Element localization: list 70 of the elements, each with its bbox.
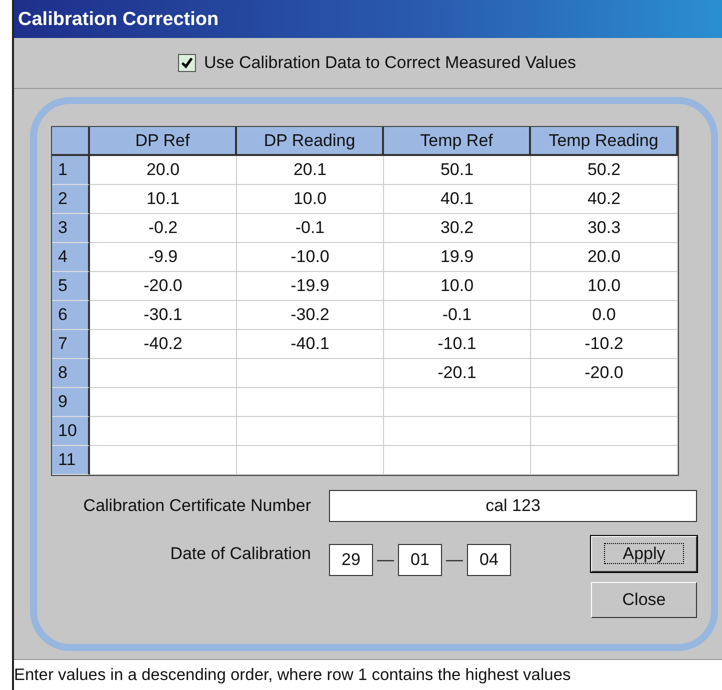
- column-header[interactable]: Temp Ref: [384, 127, 531, 156]
- corner-cell[interactable]: [52, 127, 90, 156]
- table-cell[interactable]: -20.1: [384, 359, 531, 388]
- day-field[interactable]: 29: [329, 544, 373, 576]
- table-cell[interactable]: -30.1: [90, 301, 237, 330]
- table-cell[interactable]: 40.1: [384, 185, 531, 214]
- row-header[interactable]: 7: [52, 330, 90, 359]
- table-cell[interactable]: 20.0: [531, 243, 678, 272]
- table-cell[interactable]: -0.1: [237, 214, 384, 243]
- table-cell[interactable]: -19.9: [237, 272, 384, 301]
- empty-cell[interactable]: [384, 417, 531, 446]
- empty-cell[interactable]: [531, 446, 678, 475]
- row-header[interactable]: 1: [52, 156, 90, 185]
- table-cell[interactable]: -10.2: [531, 330, 678, 359]
- table-cell[interactable]: 10.0: [237, 185, 384, 214]
- use-calibration-checkbox[interactable]: Use Calibration Data to Correct Measured Values: [160, 53, 576, 73]
- row-header[interactable]: 4: [52, 243, 90, 272]
- certificate-label: Calibration Certificate Number: [82, 496, 311, 516]
- row-header[interactable]: 5: [52, 272, 90, 301]
- row-header[interactable]: 2: [52, 185, 90, 214]
- row-header[interactable]: 10: [52, 417, 90, 446]
- table-cell[interactable]: 50.2: [531, 156, 678, 185]
- table-cell[interactable]: -40.2: [90, 330, 237, 359]
- column-header[interactable]: DP Ref: [90, 127, 237, 156]
- date-separator: —: [446, 550, 463, 570]
- empty-cell[interactable]: [237, 388, 384, 417]
- date-label: Date of Calibration: [169, 544, 311, 564]
- row-header[interactable]: 9: [52, 388, 90, 417]
- month-field[interactable]: 01: [398, 544, 442, 576]
- year-field[interactable]: 04: [467, 544, 511, 576]
- row-header[interactable]: 11: [52, 446, 90, 475]
- empty-cell[interactable]: [384, 446, 531, 475]
- close-button[interactable]: Close: [591, 582, 697, 618]
- column-header[interactable]: Temp Reading: [531, 127, 678, 156]
- status-bar: Enter values in a descending order, where row 1 contains the highest values: [14, 659, 722, 690]
- table-cell[interactable]: -40.1: [237, 330, 384, 359]
- apply-button[interactable]: Apply: [591, 536, 697, 572]
- table-cell[interactable]: 20.0: [90, 156, 237, 185]
- table-cell[interactable]: 10.0: [531, 272, 678, 301]
- empty-cell[interactable]: [384, 388, 531, 417]
- table-cell[interactable]: -10.1: [384, 330, 531, 359]
- date-separator: —: [377, 550, 394, 570]
- table-cell[interactable]: 10.0: [384, 272, 531, 301]
- table-cell[interactable]: 40.2: [531, 185, 678, 214]
- table-cell[interactable]: 30.3: [531, 214, 678, 243]
- table-cell[interactable]: 50.1: [384, 156, 531, 185]
- table-cell[interactable]: -0.1: [384, 301, 531, 330]
- window-title: Calibration Correction: [14, 0, 722, 38]
- table-cell[interactable]: 20.1: [237, 156, 384, 185]
- table-cell[interactable]: 0.0: [531, 301, 678, 330]
- row-header[interactable]: 8: [52, 359, 90, 388]
- empty-cell[interactable]: [531, 417, 678, 446]
- table-cell[interactable]: 30.2: [384, 214, 531, 243]
- row-header[interactable]: 6: [52, 301, 90, 330]
- table-cell[interactable]: -10.0: [237, 243, 384, 272]
- table-cell[interactable]: -30.2: [237, 301, 384, 330]
- table-cell[interactable]: -0.2: [90, 214, 237, 243]
- empty-cell[interactable]: [237, 446, 384, 475]
- table-cell[interactable]: -20.0: [90, 272, 237, 301]
- empty-cell[interactable]: [237, 417, 384, 446]
- empty-cell[interactable]: [531, 388, 678, 417]
- table-cell[interactable]: -20.0: [531, 359, 678, 388]
- table-cell[interactable]: -9.9: [90, 243, 237, 272]
- certificate-field[interactable]: cal 123: [329, 490, 697, 522]
- table-cell[interactable]: 19.9: [384, 243, 531, 272]
- row-header[interactable]: 3: [52, 214, 90, 243]
- checkbox-icon: [178, 54, 196, 72]
- column-header[interactable]: DP Reading: [237, 127, 384, 156]
- table-cell[interactable]: 10.1: [90, 185, 237, 214]
- empty-cell[interactable]: [237, 359, 384, 388]
